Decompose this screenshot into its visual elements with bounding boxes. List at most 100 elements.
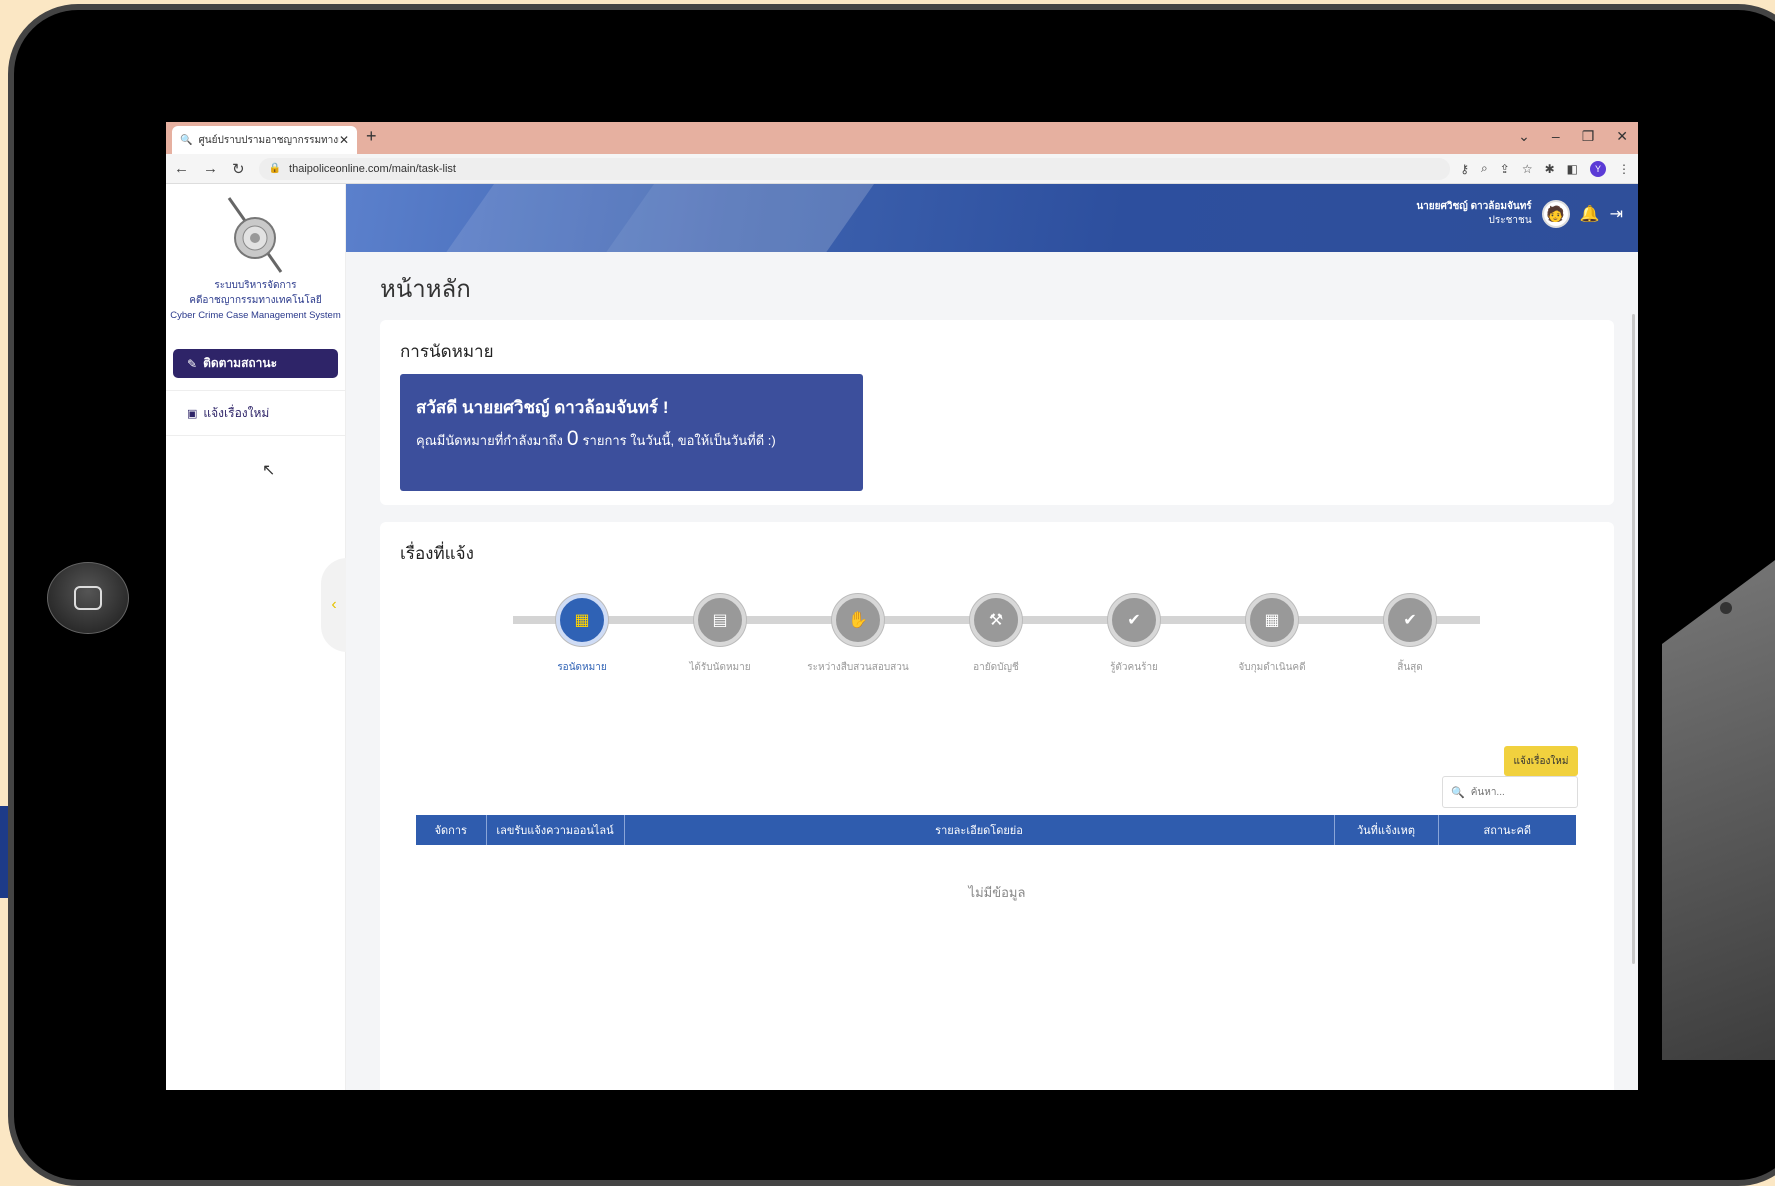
address-bar: ← → ↻ 🔒 thaipoliceonline.com/main/task-l… — [166, 154, 1638, 184]
calendar-icon: ▦ — [1246, 594, 1298, 646]
menu-icon[interactable]: ⋮ — [1618, 162, 1630, 176]
back-icon[interactable]: ← — [174, 160, 189, 178]
page-title: หน้าหลัก — [380, 276, 471, 303]
status-stepper: ▦ รอนัดหมาย ▤ ได้รับนัดหมาย ✋ ระหว่างสืบ… — [513, 584, 1480, 684]
forward-icon[interactable]: → — [203, 160, 218, 178]
handshake-icon: ✋ — [832, 594, 884, 646]
collapse-sidebar-button[interactable]: ‹ — [321, 558, 347, 652]
side-edge-tab — [0, 806, 8, 898]
browser-window: 🔍 ศูนย์ปราบปรามอาชญากรรมทางเทคโนโลยี ✕ +… — [166, 122, 1638, 1090]
step-appointment-received[interactable]: ▤ ได้รับนัดหมาย — [660, 584, 780, 675]
url-text: thaipoliceonline.com/main/task-list — [289, 162, 456, 175]
star-icon[interactable]: ☆ — [1522, 162, 1533, 176]
close-window-icon[interactable]: ✕ — [1616, 128, 1628, 145]
home-square-icon — [74, 586, 102, 610]
url-field[interactable]: 🔒 thaipoliceonline.com/main/task-list — [258, 157, 1451, 180]
step-arrest-prosecution[interactable]: ▦ จับกุมดำเนินคดี — [1212, 584, 1332, 675]
step-label: ได้รับนัดหมาย — [689, 662, 751, 673]
search-box: 🔍 — [1442, 776, 1578, 808]
share-icon[interactable]: ⇪ — [1500, 162, 1510, 176]
step-label: สิ้นสุด — [1397, 662, 1423, 673]
greeting: สวัสดี นายยศวิชญ์ ดาวล้อมจันทร์ ! — [416, 398, 669, 417]
empty-table-message: ไม่มีข้อมูล — [968, 885, 1026, 900]
tab-search-icon[interactable]: ⌄ — [1518, 128, 1530, 145]
favicon-icon: 🔍 — [180, 134, 193, 146]
edit-icon: ✎ — [187, 356, 198, 371]
search-icon: 🔍 — [1451, 786, 1465, 799]
menu-track-status[interactable]: ✎ ติดตามสถานะ — [173, 349, 338, 378]
folder-plus-icon: ▣ — [187, 407, 198, 420]
search-input[interactable] — [1470, 786, 1571, 798]
cases-title: เรื่องที่แจ้ง — [400, 544, 474, 563]
calendar-icon: ▦ — [556, 594, 608, 646]
message-prefix: คุณมีนัดหมายที่กำลังมาถึง — [416, 433, 563, 448]
add-new-case-button[interactable]: แจ้งเรื่องใหม่ — [1504, 746, 1578, 776]
step-closed[interactable]: ✔ สิ้นสุด — [1350, 584, 1470, 675]
appointments-title: การนัดหมาย — [400, 342, 494, 361]
org-english: Cyber Crime Case Management System — [170, 310, 341, 321]
window-controls: ⌄ – ❐ ✕ — [1518, 128, 1628, 145]
police-logo — [220, 196, 292, 276]
message-suffix: รายการ ในวันนี้, ขอให้เป็นวันที่ดี :) — [582, 433, 776, 448]
bell-icon[interactable]: 🔔 — [1580, 204, 1600, 224]
step-waiting-appointment[interactable]: ▦ รอนัดหมาย — [522, 584, 642, 675]
cases-card: เรื่องที่แจ้ง ▦ รอนัดหมาย ▤ ได้รับนัดหมา… — [380, 522, 1614, 1090]
minimize-icon[interactable]: – — [1552, 128, 1560, 145]
camera-icon — [1720, 602, 1732, 614]
step-label: จับกุมดำเนินคดี — [1238, 662, 1306, 673]
org-line1: ระบบบริหารจัดการ — [214, 280, 297, 291]
new-tab-button[interactable]: + — [366, 126, 377, 147]
col-manage[interactable]: จัดการ — [416, 815, 487, 845]
org-line2: คดีอาชญากรรมทางเทคโนโลยี — [189, 295, 322, 306]
user-role: ประชาชน — [1488, 215, 1532, 226]
tab-title: ศูนย์ปราบปรามอาชญากรรมทางเทคโนโลยี — [198, 134, 339, 146]
step-suspect-identified[interactable]: ✔ รู้ตัวคนร้าย — [1074, 584, 1194, 675]
tablet-sheen — [1662, 540, 1775, 1060]
appointment-count: 0 — [566, 427, 579, 450]
logout-icon[interactable]: ⇥ — [1610, 204, 1623, 224]
step-label: รอนัดหมาย — [557, 662, 607, 673]
sidepanel-icon[interactable]: ◧ — [1567, 162, 1578, 176]
chevron-left-icon: ‹ — [331, 596, 337, 613]
key-icon[interactable]: ⚷ — [1460, 162, 1469, 176]
col-case-status[interactable]: สถานะคดี — [1438, 815, 1576, 845]
welcome-panel: สวัสดี นายยศวิชญ์ ดาวล้อมจันทร์ ! คุณมีน… — [400, 374, 863, 491]
close-tab-icon[interactable]: ✕ — [339, 133, 349, 147]
tab-bar: 🔍 ศูนย์ปราบปรามอาชญากรรมทางเทคโนโลยี ✕ +… — [166, 122, 1638, 154]
step-account-freeze[interactable]: ⚒ อายัดบัญชี — [936, 584, 1056, 675]
menu-new-case[interactable]: ▣ แจ้งเรื่องใหม่ — [166, 390, 345, 436]
lock-icon: 🔒 — [268, 163, 282, 174]
briefcase-icon: ▤ — [694, 594, 746, 646]
appointment-message: คุณมีนัดหมายที่กำลังมาถึง 0 รายการ ในวัน… — [416, 427, 847, 451]
extensions-icon[interactable]: ✱ — [1545, 162, 1555, 176]
avatar[interactable]: 🧑 — [1541, 200, 1570, 228]
check-circle-icon: ✔ — [1384, 594, 1436, 646]
col-case-number[interactable]: เลขรับแจ้งความออนไลน์ — [486, 815, 625, 845]
restore-icon[interactable]: ❐ — [1582, 128, 1595, 145]
profile-avatar[interactable]: Y — [1590, 160, 1606, 177]
step-label: อายัดบัญชี — [973, 662, 1019, 673]
user-name: นายยศวิชญ์ ดาวล้อมจันทร์ — [1416, 201, 1532, 212]
home-button[interactable] — [47, 562, 129, 634]
user-info: นายยศวิชญ์ ดาวล้อมจันทร์ ประชาชน 🧑 🔔 ⇥ — [1416, 200, 1623, 228]
appointments-card: การนัดหมาย สวัสดี นายยศวิชญ์ ดาวล้อมจันท… — [380, 320, 1614, 505]
menu-new-case-label: แจ้งเรื่องใหม่ — [203, 405, 270, 420]
scrollbar[interactable] — [1632, 314, 1635, 964]
col-summary[interactable]: รายละเอียดโดยย่อ — [624, 815, 1335, 845]
org-name: ระบบบริหารจัดการ คดีอาชญากรรมทางเทคโนโลย… — [166, 278, 345, 323]
header-banner: นายยศวิชญ์ ดาวล้อมจันทร์ ประชาชน 🧑 🔔 ⇥ — [346, 184, 1638, 252]
browser-tab[interactable]: 🔍 ศูนย์ปราบปรามอาชญากรรมทางเทคโนโลยี ✕ — [172, 126, 357, 154]
col-report-date[interactable]: วันที่แจ้งเหตุ — [1334, 815, 1439, 845]
cases-table: จัดการ เลขรับแจ้งความออนไลน์ รายละเอียดโ… — [416, 815, 1576, 845]
zoom-icon[interactable]: ⌕ — [1481, 161, 1488, 176]
step-investigation[interactable]: ✋ ระหว่างสืบสวนสอบสวน — [798, 584, 918, 675]
reload-icon[interactable]: ↻ — [232, 160, 245, 178]
check-circle-icon: ✔ — [1108, 594, 1160, 646]
sidebar: ระบบบริหารจัดการ คดีอาชญากรรมทางเทคโนโลย… — [166, 184, 347, 1090]
gavel-icon: ⚒ — [970, 594, 1022, 646]
app-body: ระบบบริหารจัดการ คดีอาชญากรรมทางเทคโนโลย… — [166, 184, 1638, 1090]
step-label: ระหว่างสืบสวนสอบสวน — [807, 662, 909, 673]
menu-track-status-label: ติดตามสถานะ — [203, 356, 278, 370]
table-header-row: จัดการ เลขรับแจ้งความออนไลน์ รายละเอียดโ… — [416, 815, 1576, 845]
mouse-cursor-icon: ↖ — [262, 462, 276, 479]
